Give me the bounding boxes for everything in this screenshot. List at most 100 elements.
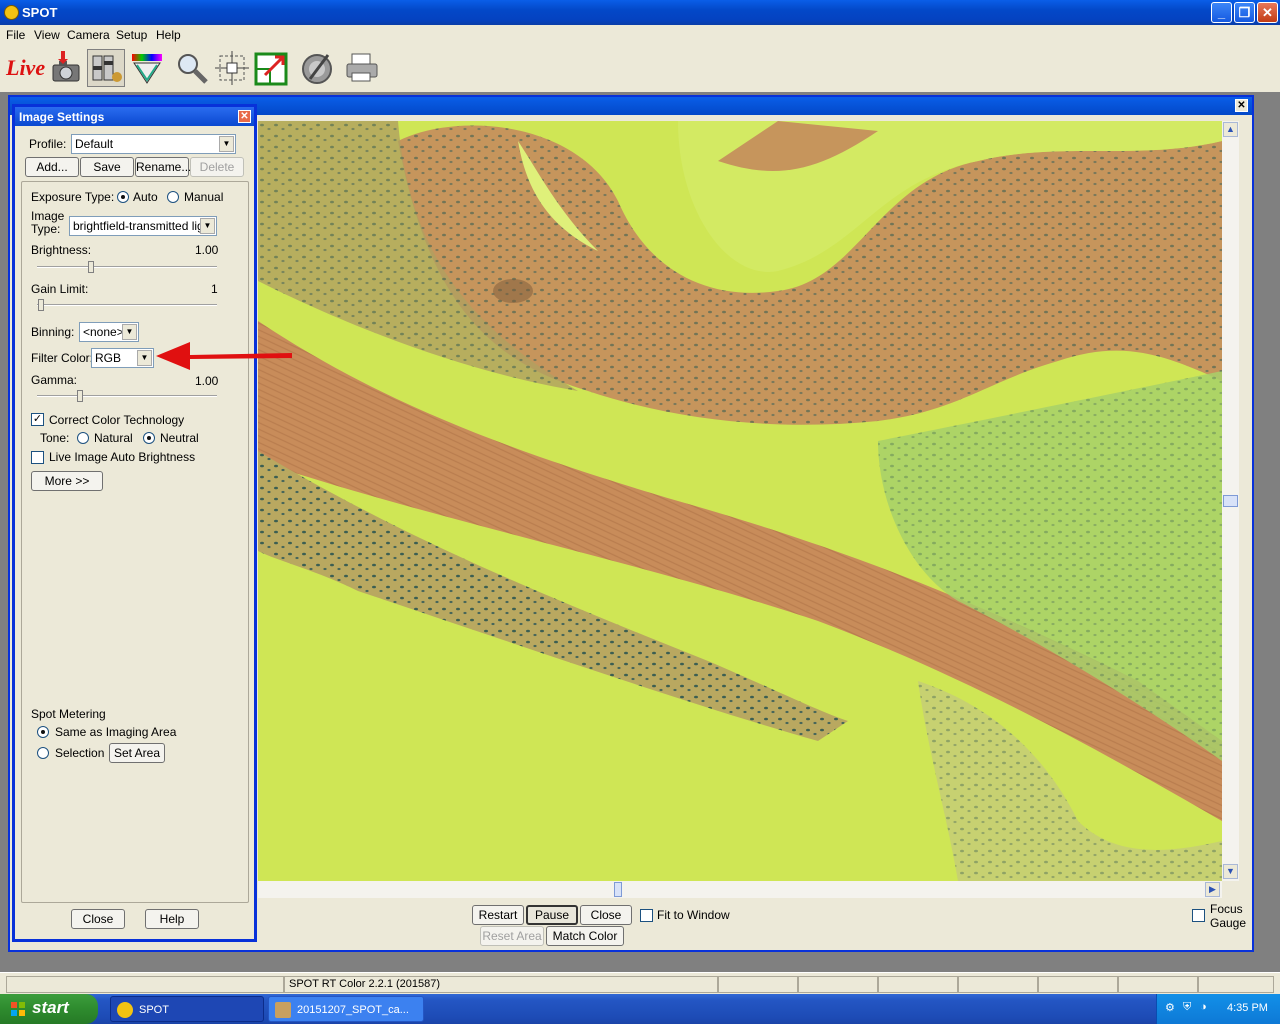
binning-select[interactable]: <none> ▼: [79, 322, 139, 342]
brightness-value: 1.00: [195, 243, 219, 257]
status-pane-1: [6, 976, 284, 993]
select-area-icon[interactable]: [213, 49, 251, 87]
calibrate-icon[interactable]: [298, 49, 336, 87]
print-icon[interactable]: [343, 49, 381, 87]
status-pane-7: [1038, 976, 1118, 993]
rename-profile-button[interactable]: Rename...: [135, 157, 191, 177]
menu-camera[interactable]: Camera: [67, 28, 110, 42]
gamma-label: Gamma:: [31, 373, 78, 387]
correct-color-label: Correct Color Technology: [49, 413, 185, 427]
status-pane-3: [718, 976, 798, 993]
vertical-scroll-thumb[interactable]: [1223, 495, 1238, 507]
more-button[interactable]: More >>: [31, 471, 103, 491]
live-button[interactable]: Live: [6, 49, 45, 87]
same-as-imaging-label: Same as Imaging Area: [55, 725, 177, 739]
menu-bar: File View Camera Setup Help: [0, 25, 1280, 45]
fit-to-window-checkbox[interactable]: [640, 909, 653, 922]
chevron-down-icon: ▼: [219, 136, 234, 152]
brightness-slider-track[interactable]: [37, 266, 217, 268]
live-window-close-icon[interactable]: ✕: [1235, 99, 1248, 112]
image-type-select[interactable]: brightfield-transmitted light ▼: [69, 216, 217, 236]
image-type-label-2: Type:: [31, 222, 61, 236]
tone-neutral-radio[interactable]: [143, 432, 155, 444]
exposure-type-label: Exposure Type:: [31, 190, 115, 204]
profile-label: Profile:: [29, 137, 67, 151]
taskbar-image-file-label: 20151207_SPOT_ca...: [297, 1004, 409, 1016]
tone-natural-radio[interactable]: [77, 432, 89, 444]
match-color-button[interactable]: Match Color: [546, 926, 624, 946]
exposure-manual-label: Manual: [184, 190, 224, 204]
image-settings-icon[interactable]: [87, 49, 125, 87]
menu-view[interactable]: View: [34, 28, 60, 42]
minimize-button[interactable]: _: [1211, 2, 1232, 23]
scroll-up-icon[interactable]: ▲: [1223, 122, 1238, 137]
scroll-down-icon[interactable]: ▼: [1223, 864, 1238, 879]
zoom-icon[interactable]: [173, 49, 211, 87]
save-profile-button[interactable]: Save: [80, 157, 134, 177]
brightness-label: Brightness:: [31, 243, 92, 257]
start-label: start: [32, 998, 69, 1017]
restore-button[interactable]: ❐: [1234, 2, 1255, 23]
chevron-down-icon: ▼: [122, 324, 137, 340]
gain-slider-thumb[interactable]: [38, 299, 44, 311]
shield-icon[interactable]: ⛨: [1183, 1001, 1191, 1014]
start-button[interactable]: start: [0, 994, 98, 1024]
close-live-button[interactable]: Close: [580, 905, 632, 925]
color-adjust-icon[interactable]: [128, 49, 166, 87]
menu-setup[interactable]: Setup: [116, 28, 147, 42]
same-as-imaging-radio[interactable]: [37, 726, 49, 738]
delete-profile-button[interactable]: Delete: [190, 157, 244, 177]
profile-select[interactable]: Default ▼: [71, 134, 236, 154]
pause-button[interactable]: Pause: [526, 905, 578, 925]
spot-task-icon: [117, 1002, 133, 1018]
volume-icon[interactable]: ◑: [1200, 1001, 1207, 1013]
settings-close-icon[interactable]: ✕: [238, 110, 251, 123]
status-pane-9: [1198, 976, 1274, 993]
windows-flag-icon: [11, 1002, 25, 1016]
settings-close-button[interactable]: Close: [71, 909, 125, 929]
reset-area-button[interactable]: Reset Area: [480, 926, 544, 946]
microscope-live-image[interactable]: [258, 121, 1222, 881]
correct-color-checkbox[interactable]: ✓: [31, 413, 44, 426]
tone-label: Tone:: [40, 431, 70, 445]
red-annotation-arrow: [156, 342, 292, 370]
selection-radio[interactable]: [37, 747, 49, 759]
exposure-auto-radio[interactable]: [117, 191, 129, 203]
gamma-slider-track[interactable]: [37, 395, 217, 397]
restart-button[interactable]: Restart: [472, 905, 524, 925]
taskbar-spot[interactable]: SPOT: [110, 996, 264, 1022]
menu-file[interactable]: File: [6, 28, 25, 42]
clock: 4:35 PM: [1227, 1002, 1268, 1014]
scroll-right-icon[interactable]: ▶: [1205, 882, 1220, 897]
gamma-slider-thumb[interactable]: [77, 390, 83, 402]
taskbar-spot-label: SPOT: [139, 1004, 169, 1016]
vertical-scrollbar[interactable]: ▲ ▼: [1222, 121, 1239, 881]
image-type-value: brightfield-transmitted light: [73, 219, 214, 233]
binning-label: Binning:: [31, 325, 75, 339]
filter-color-select[interactable]: RGB ▼: [91, 348, 154, 368]
image-file-task-icon: [275, 1002, 291, 1018]
horizontal-scrollbar[interactable]: ▶: [258, 881, 1222, 898]
horizontal-scroll-thumb[interactable]: [614, 882, 622, 897]
resize-icon[interactable]: [253, 49, 291, 87]
focus-gauge-checkbox[interactable]: [1192, 909, 1205, 922]
add-profile-button[interactable]: Add...: [25, 157, 79, 177]
close-window-button[interactable]: ✕: [1257, 2, 1278, 23]
spot-metering-label: Spot Metering: [31, 707, 106, 721]
network-icon[interactable]: ⚙: [1165, 1001, 1175, 1014]
app-title-bar: SPOT _ ❐ ✕: [0, 0, 1280, 25]
camera-capture-icon[interactable]: [47, 49, 85, 87]
set-area-button[interactable]: Set Area: [109, 743, 165, 763]
spot-app-icon: [4, 5, 19, 20]
gain-slider-track[interactable]: [37, 304, 217, 306]
menu-help[interactable]: Help: [156, 28, 181, 42]
image-settings-title: Image Settings: [15, 107, 254, 126]
taskbar-image-file[interactable]: 20151207_SPOT_ca...: [268, 996, 424, 1022]
exposure-manual-radio[interactable]: [167, 191, 179, 203]
live-auto-brightness-checkbox[interactable]: [31, 451, 44, 464]
brightness-slider-thumb[interactable]: [88, 261, 94, 273]
settings-help-button[interactable]: Help: [145, 909, 199, 929]
image-settings-panel: Image Settings ✕ Profile: Default ▼ Add.…: [12, 104, 257, 942]
filter-color-label: Filter Color:: [31, 351, 94, 365]
fit-to-window-label: Fit to Window: [657, 908, 730, 922]
